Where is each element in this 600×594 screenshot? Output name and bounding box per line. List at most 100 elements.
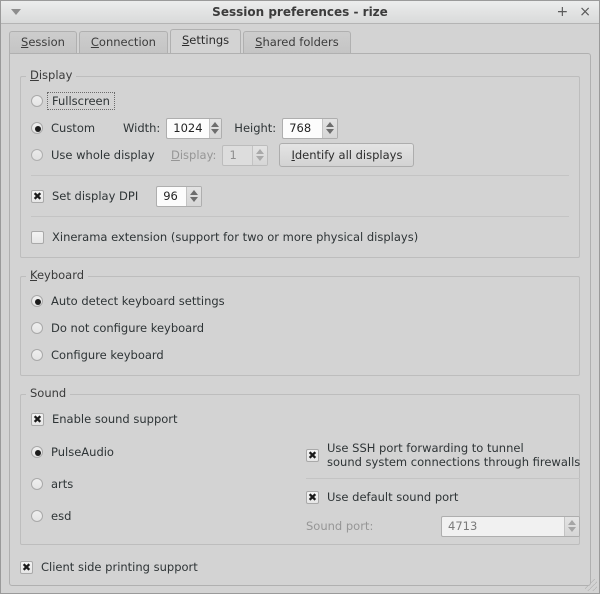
sound-columns: PulseAudio arts esd ✖ Use SSH port forwa… bbox=[31, 437, 581, 538]
window-menu-button[interactable] bbox=[1, 1, 31, 23]
titlebar-buttons: + × bbox=[557, 5, 599, 19]
keyboard-option-auto: Auto detect keyboard settings bbox=[31, 289, 569, 313]
display-group-title: Display bbox=[26, 68, 77, 82]
caret-up-icon[interactable] bbox=[211, 122, 220, 127]
display-number-spinner[interactable]: 1 bbox=[222, 144, 269, 166]
keyboard-group: Keyboard Auto detect keyboard settings D… bbox=[20, 262, 580, 376]
settings-page: Display Fullscreen Custom Width: 1024 He… bbox=[9, 53, 591, 586]
display-number-stepper[interactable] bbox=[252, 145, 268, 165]
xinerama-row: Xinerama extension (support for two or m… bbox=[31, 225, 569, 249]
keyboard-option-configure: Configure keyboard bbox=[31, 343, 569, 367]
enable-sound-row: Enable sound support bbox=[31, 407, 569, 431]
width-value[interactable]: 1024 bbox=[167, 119, 208, 138]
sound-divider bbox=[306, 478, 581, 479]
use-default-sound-port-checkbox[interactable] bbox=[306, 490, 319, 504]
dpi-row: Set display DPI 96 bbox=[31, 184, 569, 208]
arts-radio[interactable] bbox=[31, 477, 43, 490]
dpi-spinner[interactable]: 96 bbox=[156, 185, 203, 207]
caret-up-icon[interactable] bbox=[190, 190, 199, 195]
identify-all-displays-button[interactable]: Identify all displays bbox=[279, 143, 415, 167]
fullscreen-row[interactable]: Fullscreen bbox=[31, 89, 569, 113]
tab-shared-folders[interactable]: Shared folders bbox=[243, 31, 351, 54]
ssh-forwarding-line1: Use SSH port forwarding to tunnel bbox=[327, 441, 524, 455]
caret-down-icon[interactable] bbox=[326, 129, 335, 134]
enable-sound-checkbox[interactable] bbox=[31, 412, 44, 426]
use-default-sound-port-label: Use default sound port bbox=[327, 490, 459, 504]
arts-label: arts bbox=[51, 476, 74, 491]
height-label: Height: bbox=[234, 121, 277, 135]
dpi-value[interactable]: 96 bbox=[157, 187, 186, 206]
client-side-printing-row: Client side printing support bbox=[20, 555, 580, 579]
display-group: Display Fullscreen Custom Width: 1024 He… bbox=[20, 62, 580, 258]
sound-group-title: Sound bbox=[26, 386, 71, 400]
dialog-buttons: OK Cancel Defaults bbox=[1, 586, 599, 594]
caret-up-icon[interactable] bbox=[256, 149, 265, 154]
close-icon[interactable]: × bbox=[579, 5, 591, 19]
height-spinner[interactable]: 768 bbox=[282, 117, 339, 139]
fullscreen-radio[interactable] bbox=[31, 95, 43, 107]
width-label: Width: bbox=[123, 121, 161, 135]
dpi-stepper[interactable] bbox=[186, 186, 202, 206]
esd-label: esd bbox=[51, 508, 72, 523]
client-side-printing-checkbox[interactable] bbox=[20, 560, 33, 574]
sound-group-frame: Enable sound support PulseAudio arts bbox=[20, 394, 581, 545]
sound-port-stepper[interactable] bbox=[564, 516, 580, 536]
custom-label: Custom bbox=[51, 121, 96, 135]
window-title: Session preferences - rize bbox=[212, 5, 388, 19]
height-stepper[interactable] bbox=[322, 118, 338, 138]
caret-down-icon[interactable] bbox=[256, 156, 265, 161]
set-display-dpi-checkbox[interactable] bbox=[31, 189, 44, 203]
ssh-forwarding-row: Use SSH port forwarding to tunnel sound … bbox=[306, 437, 580, 469]
tab-settings-label: ettings bbox=[189, 33, 230, 47]
tab-connection-label: onnection bbox=[98, 35, 156, 49]
sound-server-arts: arts bbox=[31, 469, 296, 498]
do-not-configure-keyboard-label: Do not configure keyboard bbox=[51, 321, 205, 335]
caret-up-icon[interactable] bbox=[326, 122, 335, 127]
ssh-forwarding-checkbox[interactable] bbox=[306, 448, 319, 462]
keyboard-group-title: Keyboard bbox=[26, 268, 89, 282]
whole-display-label: Use whole display bbox=[51, 148, 155, 162]
tab-shared-folders-label: hared folders bbox=[262, 35, 339, 49]
sound-port-row: Sound port: 4713 bbox=[306, 514, 581, 538]
pulseaudio-label: PulseAudio bbox=[51, 444, 114, 459]
caret-down-icon[interactable] bbox=[211, 129, 220, 134]
pulseaudio-radio[interactable] bbox=[31, 445, 43, 458]
tab-session-label: ession bbox=[28, 35, 65, 49]
enable-sound-label: Enable sound support bbox=[52, 412, 178, 426]
fullscreen-label: Fullscreen bbox=[47, 92, 115, 110]
default-sound-port-row: Use default sound port bbox=[306, 485, 580, 509]
tab-connection[interactable]: Connection bbox=[78, 31, 168, 54]
caret-down-icon[interactable] bbox=[568, 527, 577, 532]
auto-detect-keyboard-label: Auto detect keyboard settings bbox=[51, 294, 225, 308]
configure-keyboard-radio[interactable] bbox=[31, 349, 43, 361]
sound-options-column: Use SSH port forwarding to tunnel sound … bbox=[296, 437, 581, 538]
tab-session[interactable]: Session bbox=[9, 31, 77, 54]
width-stepper[interactable] bbox=[208, 118, 222, 138]
xinerama-checkbox[interactable] bbox=[31, 230, 44, 244]
maximize-icon[interactable]: + bbox=[557, 5, 569, 19]
whole-display-radio[interactable] bbox=[31, 149, 43, 161]
sound-port-label: Sound port: bbox=[306, 519, 374, 533]
tab-bar: Session Connection Settings Shared folde… bbox=[1, 24, 599, 54]
sound-group: Sound Enable sound support PulseAudio bbox=[20, 380, 581, 545]
sound-server-pulseaudio: PulseAudio bbox=[31, 437, 296, 466]
caret-down-icon[interactable] bbox=[190, 197, 199, 202]
width-spinner[interactable]: 1024 bbox=[166, 117, 223, 139]
tab-settings[interactable]: Settings bbox=[169, 29, 242, 53]
esd-radio[interactable] bbox=[31, 509, 43, 522]
auto-detect-keyboard-radio[interactable] bbox=[31, 295, 43, 307]
xinerama-label: Xinerama extension (support for two or m… bbox=[52, 230, 419, 244]
sound-port-spinner[interactable]: 4713 bbox=[441, 515, 581, 537]
do-not-configure-keyboard-radio[interactable] bbox=[31, 322, 43, 334]
height-value[interactable]: 768 bbox=[283, 119, 322, 138]
sound-server-column: PulseAudio arts esd bbox=[31, 437, 296, 538]
custom-radio[interactable] bbox=[31, 122, 43, 134]
triangle-down-icon bbox=[11, 9, 21, 15]
whole-display-row: Use whole display Display: 1 Identify al… bbox=[31, 143, 569, 167]
sound-port-value[interactable]: 4713 bbox=[442, 517, 564, 536]
display-group-frame: Fullscreen Custom Width: 1024 Height: 76… bbox=[20, 76, 580, 258]
caret-up-icon[interactable] bbox=[568, 520, 577, 525]
sound-server-esd: esd bbox=[31, 501, 296, 530]
display-number-value[interactable]: 1 bbox=[223, 146, 252, 165]
keyboard-group-frame: Auto detect keyboard settings Do not con… bbox=[20, 276, 580, 376]
